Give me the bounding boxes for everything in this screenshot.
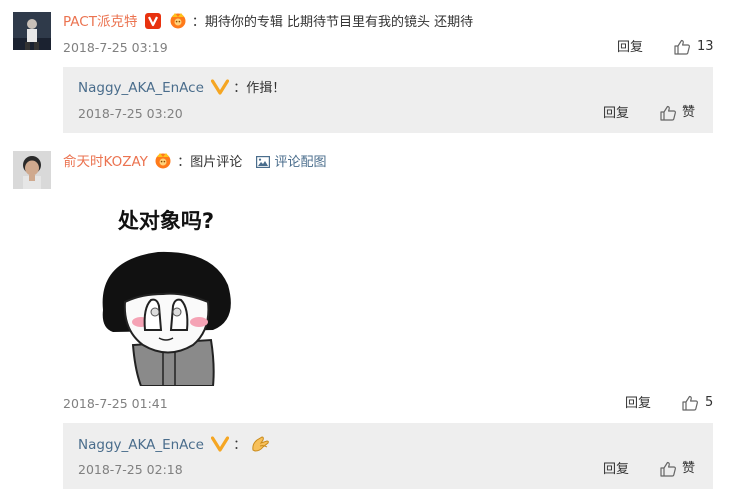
like-label: 赞 (682, 105, 696, 120)
like-button[interactable]: 13 (673, 38, 714, 56)
reply-like-button[interactable]: 赞 (659, 460, 695, 478)
comment-text: 期待你的专辑 比期待节目里有我的镜头 还期待 (204, 15, 474, 30)
username[interactable]: PACT派克特 (63, 14, 137, 30)
vip-crown-icon (153, 151, 173, 175)
avatar-pact[interactable] (13, 12, 51, 50)
reply-username[interactable]: Naggy_AKA_EnAce (78, 80, 204, 96)
reply-reply-button[interactable]: 回复 (603, 106, 629, 122)
like-label: 赞 (682, 461, 696, 476)
comment-1-line: PACT派克特 ：期待你的专辑 比期待节目里有我的镜头 还期待 (63, 11, 473, 35)
reply-2-line: Naggy_AKA_EnAce ： (78, 435, 272, 459)
clasped-hands-emoji (250, 435, 272, 459)
reply-1-line: Naggy_AKA_EnAce ：作揖！ (78, 79, 285, 101)
image-link[interactable]: 评论配图 (256, 155, 327, 170)
reply-text: 作揖！ (246, 81, 286, 96)
like-count: 13 (697, 39, 714, 54)
avatar-kozay[interactable] (13, 151, 51, 189)
verified-v-icon (144, 13, 161, 35)
reply-time: 2018-7-25 02:18 (78, 462, 183, 477)
reply-username[interactable]: Naggy_AKA_EnAce (78, 437, 204, 453)
like-button[interactable]: 5 (681, 394, 713, 412)
like-thumb-icon (681, 394, 699, 412)
like-thumb-icon (659, 104, 677, 122)
reply-button[interactable]: 回复 (617, 40, 643, 56)
image-icon (256, 156, 271, 174)
comment-image[interactable]: 处对象吗? (63, 180, 269, 386)
vip-crown-icon (168, 11, 188, 35)
like-count: 5 (705, 395, 714, 410)
comment-2-line: 俞天时KOZAY ：图片评论 评论配图 (63, 151, 327, 175)
reply-reply-button[interactable]: 回复 (603, 462, 629, 478)
sticker-drawing (102, 251, 231, 386)
verified-v-icon (210, 79, 230, 101)
username[interactable]: 俞天时KOZAY (63, 154, 148, 170)
like-thumb-icon (659, 460, 677, 478)
reply-button[interactable]: 回复 (625, 396, 651, 412)
reply-time: 2018-7-25 03:20 (78, 106, 183, 121)
comment-time: 2018-7-25 01:41 (63, 396, 168, 411)
verified-v-icon (210, 436, 230, 458)
reply-like-button[interactable]: 赞 (659, 104, 695, 122)
like-thumb-icon (673, 38, 691, 56)
comment-text: 图片评论 (190, 155, 243, 170)
comment-time: 2018-7-25 03:19 (63, 40, 168, 55)
